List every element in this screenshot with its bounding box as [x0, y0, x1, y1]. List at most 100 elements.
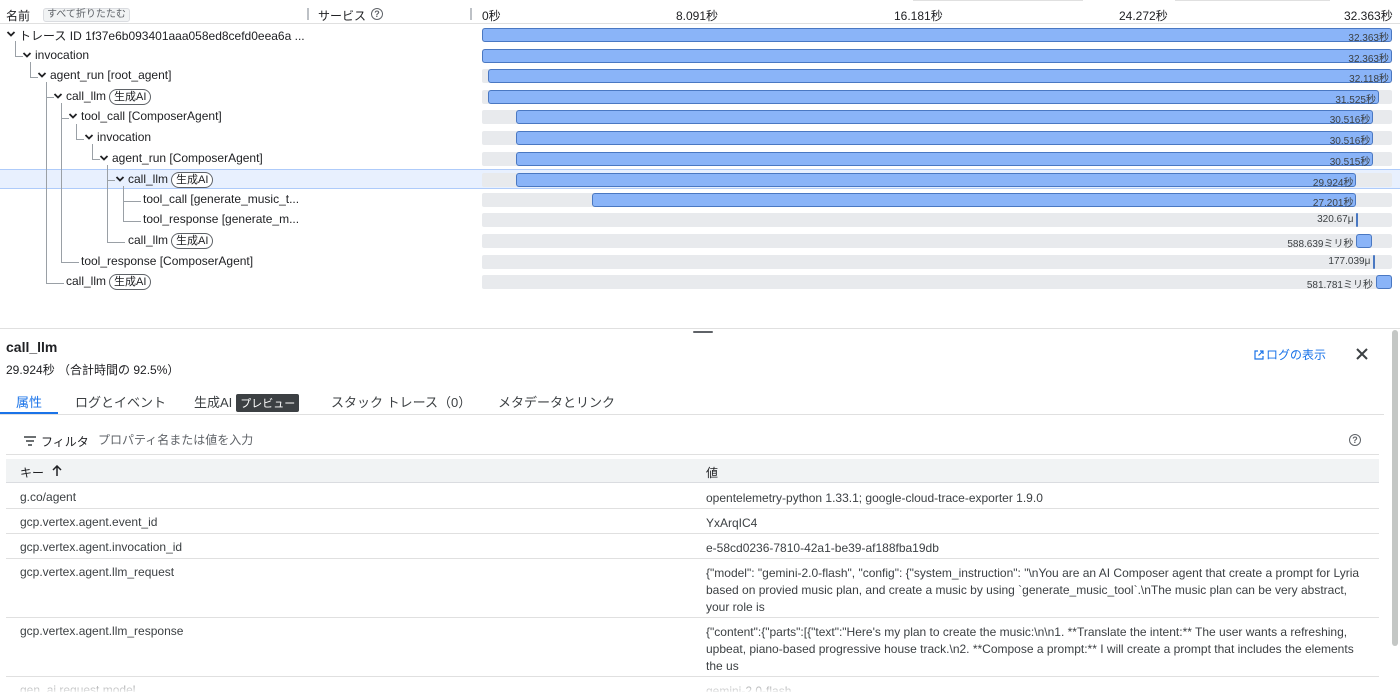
tab-logs-events[interactable]: ログとイベント: [75, 392, 166, 411]
property-key: gcp.vertex.agent.llm_response: [20, 624, 184, 638]
span-name: call_llm: [66, 274, 107, 288]
tab-metadata-links[interactable]: メタデータとリンク: [498, 392, 615, 411]
tree-line: [46, 97, 54, 98]
table-row[interactable]: gcp.vertex.agent.invocation_id e-58cd0236…: [6, 534, 1379, 559]
tree-line: [92, 159, 100, 160]
resize-handle[interactable]: [693, 331, 713, 333]
timeline-tick: 24.272秒: [1119, 9, 1168, 23]
tree-line: [61, 262, 79, 263]
span-bar[interactable]: [482, 49, 1392, 63]
span-label: tool_response [ComposerAgent]: [81, 254, 253, 268]
bottom-fade: [0, 676, 1400, 692]
table-row[interactable]: gcp.vertex.agent.event_id YxArqIC4: [6, 509, 1379, 534]
detail-duration: 29.924秒 （合計時間の 92.5%）: [6, 363, 180, 377]
column-resize-handle[interactable]: [470, 8, 472, 20]
span-label: tool_call [ComposerAgent]: [81, 109, 222, 123]
tree-line: [30, 77, 38, 78]
collapse-all-button[interactable]: すべて折りたたむ: [43, 8, 130, 22]
span-name: invocation: [35, 48, 90, 62]
span-duration: 29.924秒: [1312, 178, 1354, 189]
span-duration: 320.67μ: [1317, 214, 1354, 225]
tree-line: [30, 62, 31, 77]
properties-table-header: キー 値: [6, 459, 1379, 483]
tree-line: [46, 82, 47, 283]
span-name: call_llm: [66, 89, 107, 103]
detail-title: call_llm: [6, 339, 58, 355]
span-bar[interactable]: [487, 69, 1392, 83]
span-bar[interactable]: [1376, 275, 1392, 289]
tree-line: [107, 242, 125, 243]
property-key: gcp.vertex.agent.event_id: [20, 515, 158, 529]
span-row[interactable]: agent_run [root_agent] 32.118秒: [0, 66, 1400, 86]
active-tab-indicator: [0, 412, 58, 414]
span-bar[interactable]: [591, 193, 1357, 207]
column-resize-handle[interactable]: [307, 8, 309, 20]
vertical-scrollbar[interactable]: [1392, 330, 1398, 646]
external-link-icon: [1254, 350, 1264, 360]
span-name: tool_response [ComposerAgent]: [81, 254, 254, 268]
table-row[interactable]: g.co/agent opentelemetry-python 1.33.1; g…: [6, 484, 1379, 509]
timeline-tick: 16.181秒: [894, 9, 943, 23]
span-row[interactable]: call_llm 生成AI 31.525秒: [0, 87, 1400, 107]
key-column-header[interactable]: キー: [20, 464, 44, 481]
span-bar[interactable]: [487, 90, 1379, 104]
tree-line: [76, 124, 77, 139]
tree-line: [61, 103, 62, 262]
span-label: call_llm 生成AI: [66, 274, 152, 290]
span-row[interactable]: call_llm 生成AI 588.639ミリ秒: [0, 231, 1400, 251]
span-name: agent_run [ComposerAgent]: [112, 151, 263, 165]
span-row[interactable]: トレース ID 1f37e6b093401aaa058ed8cefd0eea6a…: [0, 25, 1400, 45]
span-bar[interactable]: [482, 28, 1392, 42]
span-bar[interactable]: [515, 131, 1374, 145]
span-row[interactable]: agent_run [ComposerAgent] 30.515秒: [0, 149, 1400, 169]
chevron-down-icon[interactable]: [53, 91, 63, 101]
chevron-down-icon[interactable]: [37, 70, 47, 80]
chevron-down-icon[interactable]: [115, 174, 125, 184]
help-icon[interactable]: ?: [371, 8, 383, 20]
close-icon[interactable]: [1355, 347, 1369, 361]
table-row[interactable]: gcp.vertex.agent.llm_response {"content":…: [6, 618, 1379, 677]
span-duration: 27.201秒: [1312, 198, 1354, 209]
span-name: call_llm: [128, 172, 169, 186]
span-row[interactable]: call_llm 生成AI 29.924秒: [0, 169, 1400, 189]
span-bar[interactable]: [515, 152, 1374, 166]
span-row[interactable]: tool_response [generate_m... 320.67μ: [0, 210, 1400, 230]
chevron-down-icon[interactable]: [68, 111, 78, 121]
chevron-down-icon[interactable]: [6, 29, 16, 39]
span-row[interactable]: call_llm 生成AI 581.781ミリ秒: [0, 272, 1400, 292]
span-name: invocation: [97, 130, 152, 144]
timeline-tick: 32.363秒: [1344, 9, 1393, 23]
tab-stack-trace[interactable]: スタック トレース（0）: [331, 392, 471, 411]
span-duration: 30.516秒: [1329, 115, 1371, 126]
chevron-down-icon[interactable]: [22, 50, 32, 60]
panel-divider: [0, 328, 1400, 329]
chevron-down-icon[interactable]: [84, 132, 94, 142]
span-label: トレース ID 1f37e6b093401aaa058ed8cefd0eea6a…: [19, 27, 305, 44]
property-value: {"content":{"parts":[{"text":"Here's my …: [706, 625, 1354, 673]
span-bar[interactable]: [515, 110, 1374, 124]
property-key: gcp.vertex.agent.llm_request: [20, 565, 175, 579]
filter-help-icon[interactable]: ?: [1349, 434, 1361, 446]
span-row[interactable]: tool_call [ComposerAgent] 30.516秒: [0, 107, 1400, 127]
span-name: agent_run [root_agent]: [50, 68, 172, 82]
span-bar[interactable]: [515, 173, 1357, 187]
span-duration: 581.781ミリ秒: [1306, 280, 1373, 291]
span-row[interactable]: invocation 30.516秒: [0, 128, 1400, 148]
span-row[interactable]: tool_call [generate_music_t... 27.201秒: [0, 190, 1400, 210]
value-column-header: 値: [706, 466, 719, 480]
chevron-down-icon[interactable]: [99, 153, 109, 163]
sort-ascending-icon[interactable]: [52, 465, 62, 477]
tree-line: [15, 56, 23, 57]
tab-genai[interactable]: 生成AI プレビュー: [194, 392, 300, 412]
span-bar[interactable]: [1356, 234, 1373, 248]
span-label: call_llm 生成AI: [128, 172, 214, 188]
span-name: tool_response [generate_m...: [143, 212, 300, 226]
span-label: call_llm 生成AI: [66, 89, 152, 105]
filter-input[interactable]: [98, 431, 698, 449]
span-row[interactable]: invocation 32.363秒: [0, 46, 1400, 66]
span-row[interactable]: tool_response [ComposerAgent] 177.039μ: [0, 252, 1400, 272]
view-logs-link[interactable]: ログの表示: [1254, 346, 1326, 363]
tab-attributes[interactable]: 属性: [16, 392, 42, 411]
table-row[interactable]: gcp.vertex.agent.llm_request {"model": "g…: [6, 559, 1379, 618]
property-value: {"model": "gemini-2.0-flash", "config": …: [706, 566, 1360, 614]
